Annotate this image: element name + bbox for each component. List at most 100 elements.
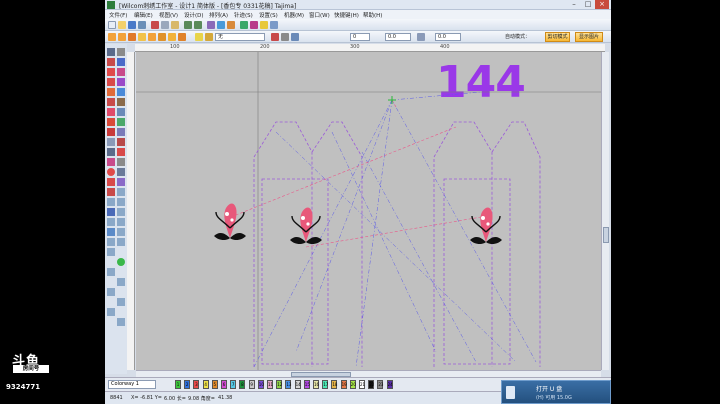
cut-icon[interactable] [151,21,159,29]
repeat-icon[interactable] [107,138,115,146]
length-icon[interactable] [107,248,115,256]
group-icon[interactable] [148,33,156,41]
ungroup-icon[interactable] [158,33,166,41]
weld-icon[interactable] [117,208,125,216]
fabric-select[interactable]: 无 [215,33,265,41]
merge-icon[interactable] [107,208,115,216]
arrow-icon[interactable] [107,268,115,276]
color-wheel-icon[interactable] [107,168,115,176]
offset-icon[interactable] [117,218,125,226]
split-icon[interactable] [117,198,125,206]
colorway-select[interactable]: Colorway 1 [108,380,156,389]
trim-mode-button[interactable]: 剪切模式 [545,32,570,42]
scale-input[interactable]: 0.0 [435,33,461,41]
satin-icon[interactable] [107,78,115,86]
cross-stitch-icon[interactable] [107,188,115,196]
break-apart-icon[interactable] [107,288,115,296]
underlay-icon[interactable] [107,228,115,236]
menu-view[interactable]: 视图(V) [159,11,178,19]
color-swatch[interactable]: 17 [322,380,328,389]
redo-icon[interactable] [194,21,202,29]
density-icon[interactable] [107,238,115,246]
pull-comp-icon[interactable] [117,228,125,236]
menu-window[interactable]: 窗口(W) [309,11,330,19]
run-icon[interactable] [117,258,125,266]
sculpture-icon[interactable] [117,178,125,186]
trim-icon[interactable] [107,148,115,156]
fabric-type-icon[interactable] [205,33,213,41]
zoom-icon[interactable] [207,21,215,29]
menu-design[interactable]: 设计(D) [184,11,204,19]
auto-start-end-icon[interactable] [117,148,125,156]
color-swatch[interactable]: 11 [267,380,273,389]
run-stitch-icon[interactable] [107,58,115,66]
select-tool-icon[interactable] [107,48,115,56]
vertical-scrollbar[interactable] [601,52,609,370]
slow-redraw-icon[interactable] [260,21,268,29]
minimize-button[interactable]: – [567,0,581,9]
convert-icon[interactable] [107,308,115,316]
show-image-button[interactable]: 显示图片 [575,32,603,42]
color-swatch[interactable]: 1 [175,380,181,389]
copy-icon[interactable] [161,21,169,29]
size-input[interactable]: 0 [350,33,370,41]
color-swatch[interactable]: 8 [239,380,246,389]
color-swatch[interactable]: 5 [211,380,218,389]
maximize-button[interactable]: □ [581,0,595,9]
reshape-tool-icon[interactable] [117,48,125,56]
color-swatch[interactable]: 4 [202,380,209,389]
paste-icon[interactable] [171,21,179,29]
corner-icon[interactable] [107,198,115,206]
complex-fill-icon[interactable] [117,68,125,76]
color-swatch[interactable]: 10 [257,380,264,389]
open-folder-icon[interactable] [118,21,126,29]
column-a-icon[interactable] [117,58,125,66]
rotate-icon[interactable] [417,33,425,41]
height-icon[interactable] [291,33,299,41]
fabric-icon[interactable] [128,33,136,41]
fillet-icon[interactable] [117,298,125,306]
menu-edit[interactable]: 编辑(E) [134,11,153,19]
pattern-stitch-icon[interactable] [117,158,125,166]
color-swatch[interactable]: 15 [303,380,310,389]
tatami-icon[interactable] [117,78,125,86]
show-stitches-icon[interactable] [240,21,248,29]
motif-icon[interactable] [107,178,115,186]
backtrack-icon[interactable] [117,128,125,136]
color-swatch[interactable]: 2 [184,380,191,389]
knife-icon[interactable] [117,118,125,126]
menu-help[interactable]: 帮助(H) [363,11,382,19]
fill-stitch-icon[interactable] [107,158,115,166]
trace-icon[interactable] [107,118,115,126]
lettering-tool-icon[interactable] [107,98,115,106]
color-swatch[interactable]: 24 [386,380,393,389]
stitch-effect-icon[interactable] [107,128,115,136]
color-swatch[interactable]: 6 [221,380,227,389]
star-tool-icon[interactable] [117,88,125,96]
color-swatch[interactable]: 23 [377,380,383,389]
menu-arrange[interactable]: 排列(A) [209,11,228,19]
node-icon[interactable] [107,218,115,226]
width-icon[interactable] [281,33,289,41]
menu-settings[interactable]: 设置(S) [259,11,278,19]
color-swatch[interactable]: 9 [248,380,255,389]
print-icon[interactable] [138,21,146,29]
color-swatch[interactable]: 16 [313,380,319,389]
color-icon[interactable] [271,33,279,41]
hoop-icon[interactable] [118,33,126,41]
show-objects-icon[interactable] [250,21,258,29]
save-icon[interactable] [128,21,136,29]
color-swatch[interactable]: 13 [285,380,291,389]
thread-icon[interactable] [195,33,203,41]
usb-notification[interactable]: 打开 U 盘 (H) 可用 15.0G [501,380,611,404]
color-swatch[interactable]: 21 [359,380,365,389]
lock-icon[interactable] [138,33,146,41]
grid-icon[interactable] [108,33,116,41]
angle-input[interactable]: 0.0 [385,33,411,41]
menu-stitch[interactable]: 针迹(S) [234,11,253,19]
color-swatch[interactable]: 18 [331,380,337,389]
outline-icon[interactable] [117,108,125,116]
vertical-scroll-thumb[interactable] [603,227,609,243]
applique-icon[interactable] [107,108,115,116]
hole-tool-icon[interactable] [117,168,125,176]
